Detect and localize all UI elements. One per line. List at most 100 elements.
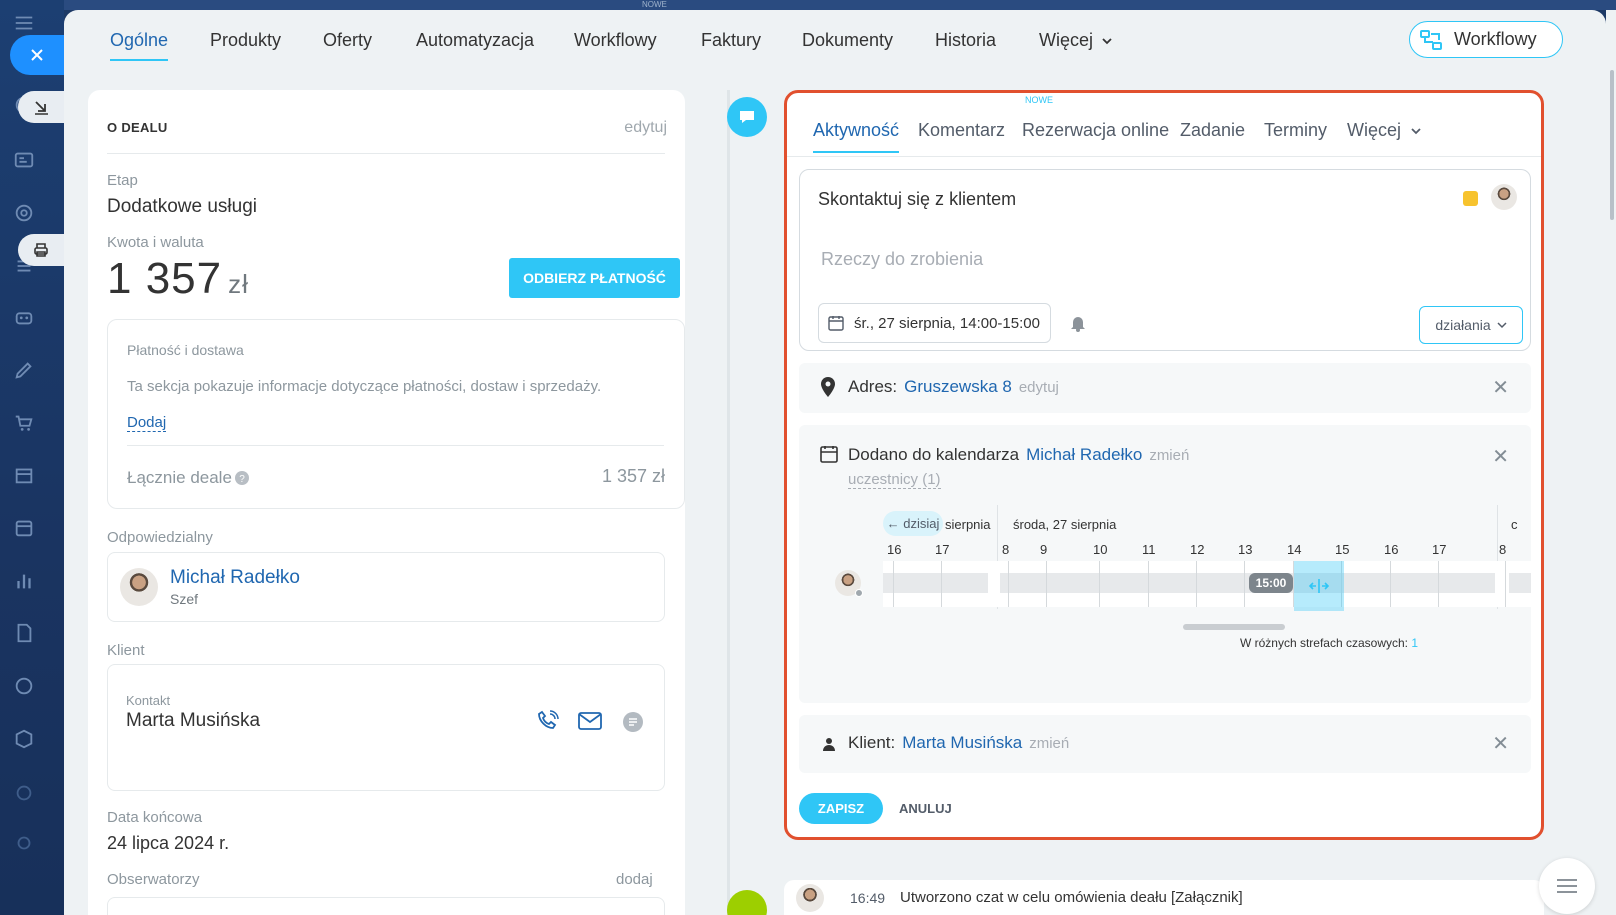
tab-invoices[interactable]: Faktury bbox=[701, 30, 761, 70]
hour-gridline bbox=[1148, 561, 1149, 607]
remove-address-button[interactable]: ✕ bbox=[1492, 375, 1509, 400]
tab-activity[interactable]: Aktywność bbox=[813, 120, 900, 153]
contact-name[interactable]: Marta Musińska bbox=[126, 710, 260, 732]
mail-icon[interactable] bbox=[578, 711, 602, 731]
actions-dropdown[interactable]: działania bbox=[1419, 306, 1523, 344]
hour-label: 14 bbox=[1287, 542, 1302, 557]
task-title-input[interactable]: Skontaktuj się z klientem bbox=[818, 189, 1016, 210]
today-button[interactable]: ← dzisiaj bbox=[883, 511, 943, 536]
deal-amount: 1 357 zł bbox=[107, 254, 249, 304]
tab-automation[interactable]: Automatyzacja bbox=[416, 30, 534, 70]
hour-label: 11 bbox=[1142, 542, 1156, 557]
client-label: Klient: bbox=[848, 733, 896, 752]
box-icon[interactable] bbox=[11, 726, 37, 752]
address-value[interactable]: Gruszewska 8 bbox=[904, 377, 1012, 397]
feed-menu-button[interactable] bbox=[1539, 858, 1595, 914]
close-slider-button[interactable] bbox=[10, 35, 64, 75]
shield-icon[interactable] bbox=[11, 673, 37, 699]
person-icon bbox=[823, 738, 835, 751]
tab-more[interactable]: Więcej bbox=[1347, 120, 1422, 141]
remove-client-button[interactable]: ✕ bbox=[1492, 731, 1509, 756]
cancel-button[interactable]: ANULUJ bbox=[899, 801, 952, 816]
add-payment-link[interactable]: Dodaj bbox=[127, 414, 167, 432]
tab-online-booking[interactable]: Rezerwacja online bbox=[1022, 120, 1169, 141]
store-icon[interactable] bbox=[11, 462, 37, 488]
hour-label: 17 bbox=[1432, 542, 1447, 557]
tab-history[interactable]: Historia bbox=[935, 30, 996, 70]
calendar-icon[interactable] bbox=[11, 515, 37, 541]
contact-card-icon[interactable] bbox=[11, 147, 37, 173]
participants-link[interactable]: uczestnicy (1) bbox=[848, 471, 941, 489]
chat-icon[interactable] bbox=[622, 711, 644, 733]
planner-scrollbar[interactable] bbox=[1183, 624, 1285, 630]
chevron-down-icon bbox=[1411, 128, 1421, 135]
hour-gridline bbox=[893, 561, 894, 607]
calendar-row: Dodano do kalendarza Michał Radełko zmie… bbox=[848, 445, 1189, 465]
tab-more-label: Więcej bbox=[1347, 120, 1402, 140]
hour-gridline bbox=[1390, 561, 1391, 607]
comment-icon bbox=[740, 111, 754, 123]
phone-icon[interactable] bbox=[536, 709, 560, 733]
tab-more[interactable]: Więcej bbox=[1039, 30, 1113, 70]
robot-icon[interactable] bbox=[11, 304, 37, 330]
menu-icon[interactable] bbox=[11, 10, 37, 36]
cart-icon[interactable] bbox=[11, 410, 37, 436]
tab-products[interactable]: Produkty bbox=[210, 30, 281, 70]
tab-deadlines[interactable]: Terminy bbox=[1264, 120, 1327, 141]
tab-offers[interactable]: Oferty bbox=[323, 30, 372, 70]
pencil-icon[interactable] bbox=[11, 357, 37, 383]
responsible-label: Odpowiedzialny bbox=[107, 529, 213, 546]
hour-gridline bbox=[1046, 561, 1047, 607]
misc-icon[interactable] bbox=[11, 830, 37, 856]
minimize-button[interactable] bbox=[18, 91, 64, 123]
calendar-change-link[interactable]: zmień bbox=[1149, 447, 1189, 465]
tab-task[interactable]: Zadanie bbox=[1180, 120, 1245, 141]
responsible-role: Szef bbox=[170, 591, 199, 607]
receive-payment-button[interactable]: ODBIERZ PŁATNOŚĆ bbox=[509, 258, 680, 298]
close-icon bbox=[31, 49, 43, 61]
client-change-link[interactable]: zmień bbox=[1029, 735, 1069, 753]
task-description-input[interactable]: Rzeczy do zrobienia bbox=[821, 249, 983, 270]
tab-general[interactable]: Ogólne bbox=[110, 30, 169, 70]
total-deals-label: Łącznie deale ? bbox=[127, 468, 249, 488]
task-editor: Skontaktuj się z klientem Rzeczy do zrob… bbox=[799, 169, 1531, 351]
hour-gridline bbox=[941, 561, 942, 607]
planner-hours: 16 17 8 9 10 11 12 13 14 15 16 17 8 bbox=[883, 542, 1531, 558]
hour-gridline bbox=[1196, 561, 1197, 607]
date-value: śr., 27 sierpnia, 14:00-15:00 bbox=[854, 314, 1040, 332]
workflows-button[interactable]: Workflowy bbox=[1409, 21, 1563, 58]
timezones-count[interactable]: 1 bbox=[1411, 636, 1418, 650]
selected-slot[interactable] bbox=[1294, 561, 1344, 611]
tab-comment[interactable]: Komentarz bbox=[918, 120, 1005, 141]
ph-icon[interactable] bbox=[11, 780, 37, 806]
print-button[interactable] bbox=[18, 234, 64, 266]
document-edit-icon[interactable] bbox=[11, 620, 37, 646]
observers-add-link[interactable]: dodaj bbox=[616, 871, 653, 888]
save-button[interactable]: ZAPISZ bbox=[799, 793, 883, 824]
tab-documents[interactable]: Dokumenty bbox=[802, 30, 893, 70]
help-icon[interactable]: ? bbox=[234, 471, 249, 485]
timeline-green-dot bbox=[727, 890, 767, 915]
client-value[interactable]: Marta Musińska bbox=[902, 733, 1022, 753]
deal-edit-link[interactable]: edytuj bbox=[624, 119, 667, 137]
tab-workflows[interactable]: Workflowy bbox=[574, 30, 657, 70]
avatar[interactable] bbox=[1491, 184, 1517, 210]
calendar-user[interactable]: Michał Radełko bbox=[1026, 445, 1142, 465]
chevron-down-icon bbox=[1497, 322, 1507, 329]
analytics-icon[interactable] bbox=[11, 568, 37, 594]
hour-label: 16 bbox=[887, 542, 902, 557]
hour-label: 9 bbox=[1040, 542, 1048, 557]
page-scrollbar[interactable] bbox=[1606, 10, 1616, 915]
target-icon[interactable] bbox=[11, 200, 37, 226]
address-edit-link[interactable]: edytuj bbox=[1019, 379, 1059, 397]
observers-label: Obserwatorzy bbox=[107, 871, 200, 888]
calendar-icon bbox=[820, 446, 838, 463]
date-picker[interactable]: śr., 27 sierpnia, 14:00-15:00 bbox=[818, 303, 1051, 343]
scrollbar-thumb[interactable] bbox=[1610, 70, 1614, 220]
color-picker[interactable] bbox=[1463, 191, 1478, 206]
entry-text[interactable]: Utworzono czat w celu omówienia deału [Z… bbox=[900, 889, 1243, 906]
remove-calendar-button[interactable]: ✕ bbox=[1492, 444, 1509, 469]
bell-icon[interactable] bbox=[1070, 314, 1086, 332]
location-pin-icon bbox=[821, 377, 835, 397]
responsible-name[interactable]: Michał Radełko bbox=[170, 567, 300, 589]
